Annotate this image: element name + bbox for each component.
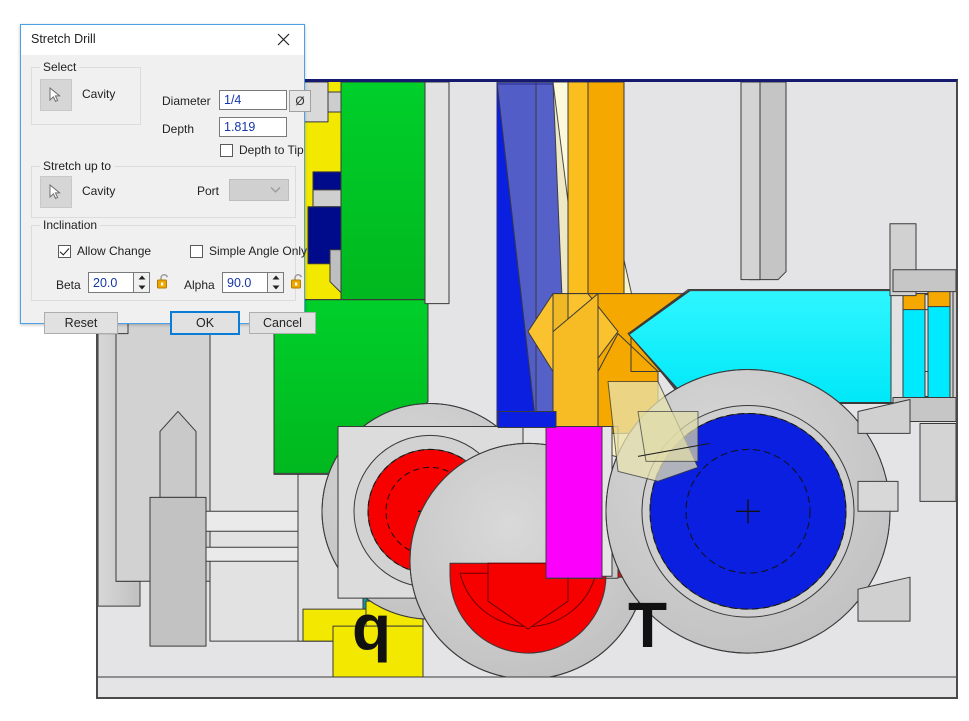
depth-to-tip-label: Depth to Tip: [239, 143, 304, 157]
dialog-title: Stretch Drill: [31, 32, 96, 46]
alpha-label: Alpha: [184, 278, 215, 292]
dialog-title-bar: Stretch Drill: [21, 25, 304, 55]
stretch-drill-dialog[interactable]: Stretch Drill Select Cavity Diameter Ø D…: [20, 24, 305, 324]
beta-label: Beta: [56, 278, 81, 292]
inclination-legend: Inclination: [40, 218, 100, 232]
app-root: q T Stretch Drill Select Cavity Diameter: [0, 0, 969, 721]
cursor-arrow-icon: [49, 87, 63, 103]
alpha-spinner-up[interactable]: [268, 273, 283, 283]
alpha-spinner-down[interactable]: [268, 283, 283, 293]
diameter-label: Diameter: [162, 94, 211, 108]
cad-annotation-label: q: [352, 591, 391, 663]
simple-angle-only-checkbox[interactable]: Simple Angle Only: [190, 244, 307, 258]
chevron-down-icon: [270, 186, 281, 194]
cancel-button[interactable]: Cancel: [249, 312, 316, 334]
alpha-input[interactable]: [222, 272, 268, 293]
unlocked-padlock-icon[interactable]: [156, 273, 172, 290]
cad-annotation-label: T: [628, 589, 667, 661]
stretch-up-to-legend: Stretch up to: [40, 159, 114, 173]
allow-change-label: Allow Change: [77, 244, 151, 258]
port-label: Port: [197, 184, 219, 198]
port-select[interactable]: [229, 179, 289, 201]
select-cavity-pick-button[interactable]: [40, 79, 72, 111]
select-group-legend: Select: [40, 60, 79, 74]
diameter-symbol-button[interactable]: Ø: [289, 90, 311, 112]
inclination-group: Inclination Allow Change Simple Angle On…: [31, 225, 296, 301]
stretch-cavity-pick-button[interactable]: [40, 176, 72, 208]
depth-label: Depth: [162, 122, 194, 136]
select-cavity-label: Cavity: [82, 87, 115, 101]
diameter-input[interactable]: [219, 90, 287, 110]
simple-angle-only-box[interactable]: [190, 245, 203, 258]
beta-spinner[interactable]: [134, 272, 150, 293]
unlocked-padlock-icon[interactable]: [290, 273, 306, 290]
close-icon[interactable]: [262, 25, 304, 54]
alpha-spinner[interactable]: [268, 272, 284, 293]
beta-spinner-up[interactable]: [134, 273, 149, 283]
allow-change-checkbox[interactable]: Allow Change: [58, 244, 151, 258]
depth-input[interactable]: [219, 117, 287, 137]
depth-to-tip-checkbox[interactable]: Depth to Tip: [220, 143, 304, 157]
stretch-up-to-group: Stretch up to Cavity Port: [31, 166, 296, 218]
beta-spinner-down[interactable]: [134, 283, 149, 293]
allow-change-box[interactable]: [58, 245, 71, 258]
simple-angle-only-label: Simple Angle Only: [209, 244, 307, 258]
ok-button[interactable]: OK: [170, 311, 240, 335]
reset-button[interactable]: Reset: [44, 312, 118, 334]
depth-to-tip-box[interactable]: [220, 144, 233, 157]
cursor-arrow-icon: [49, 184, 63, 200]
stretch-cavity-label: Cavity: [82, 184, 115, 198]
beta-input[interactable]: [88, 272, 134, 293]
select-group: Select Cavity: [31, 67, 141, 125]
